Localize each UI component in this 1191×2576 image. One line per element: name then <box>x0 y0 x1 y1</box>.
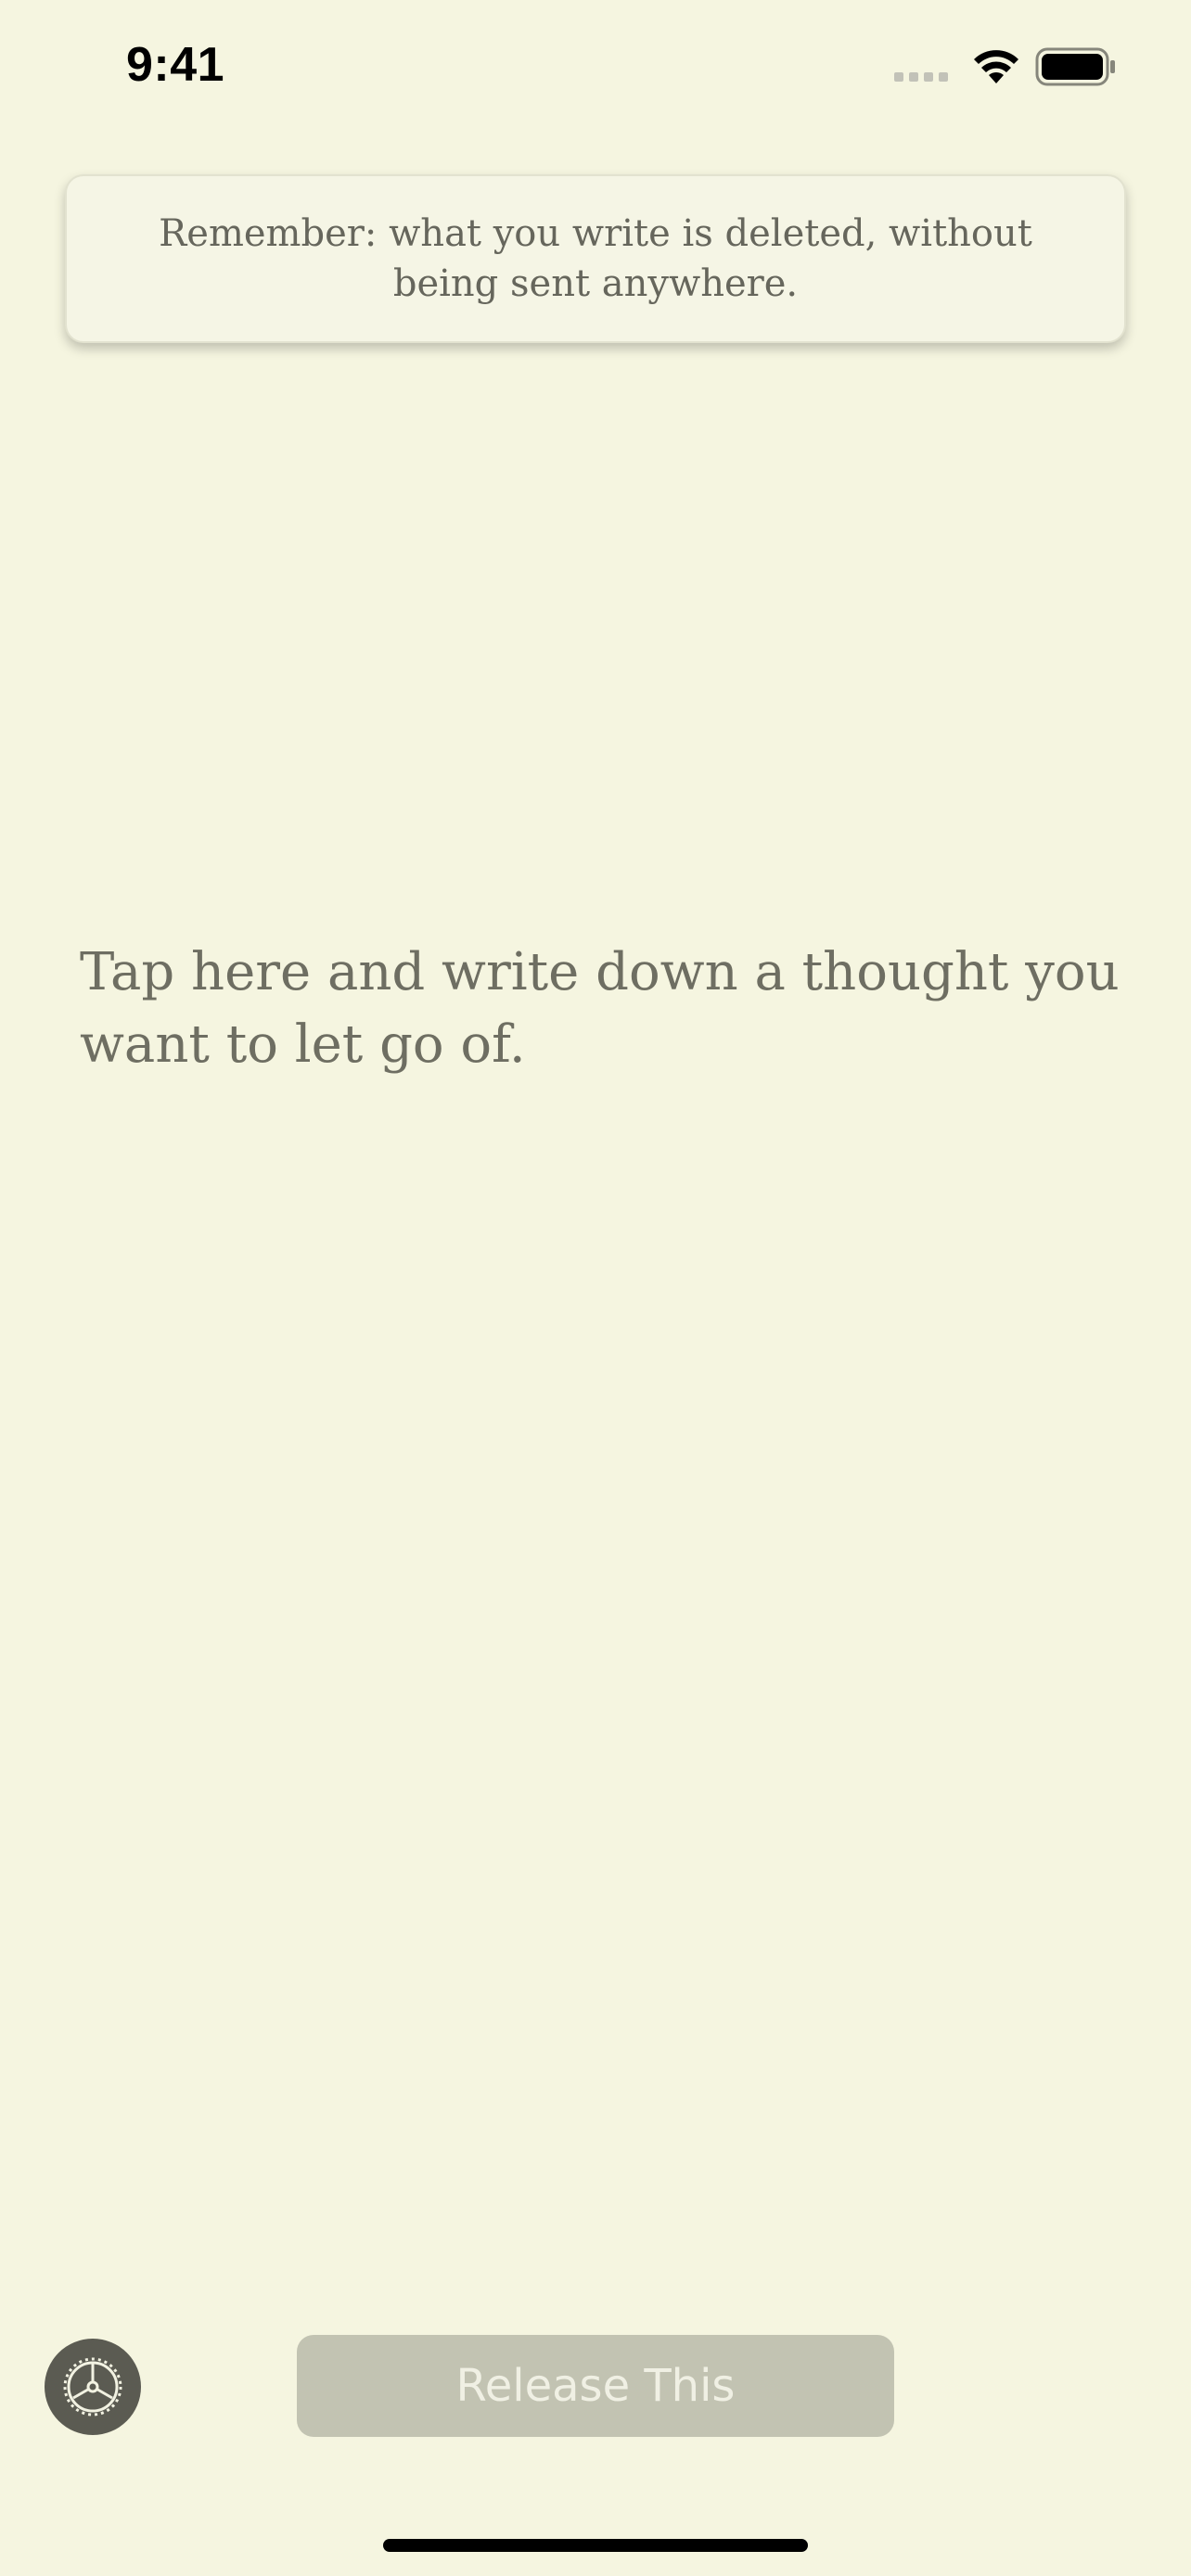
thought-text-area[interactable]: Tap here and write down a thought you wa… <box>80 937 1128 2235</box>
wifi-icon <box>974 50 1018 83</box>
battery-icon <box>1035 47 1115 86</box>
cellular-signal-icon <box>894 72 950 82</box>
home-indicator[interactable] <box>383 2539 808 2552</box>
status-icons <box>894 46 1117 89</box>
release-button[interactable]: Release This <box>297 2335 894 2437</box>
thought-placeholder: Tap here and write down a thought you wa… <box>80 942 1120 1075</box>
privacy-notice-text: Remember: what you write is deleted, wit… <box>159 212 1032 305</box>
privacy-notice-card: Remember: what you write is deleted, wit… <box>65 174 1126 343</box>
app-screen: 9:41 Remember: what you write is deleted… <box>0 0 1191 2576</box>
settings-button[interactable] <box>45 2339 141 2435</box>
status-time: 9:41 <box>126 38 225 92</box>
gear-icon <box>63 2357 122 2417</box>
